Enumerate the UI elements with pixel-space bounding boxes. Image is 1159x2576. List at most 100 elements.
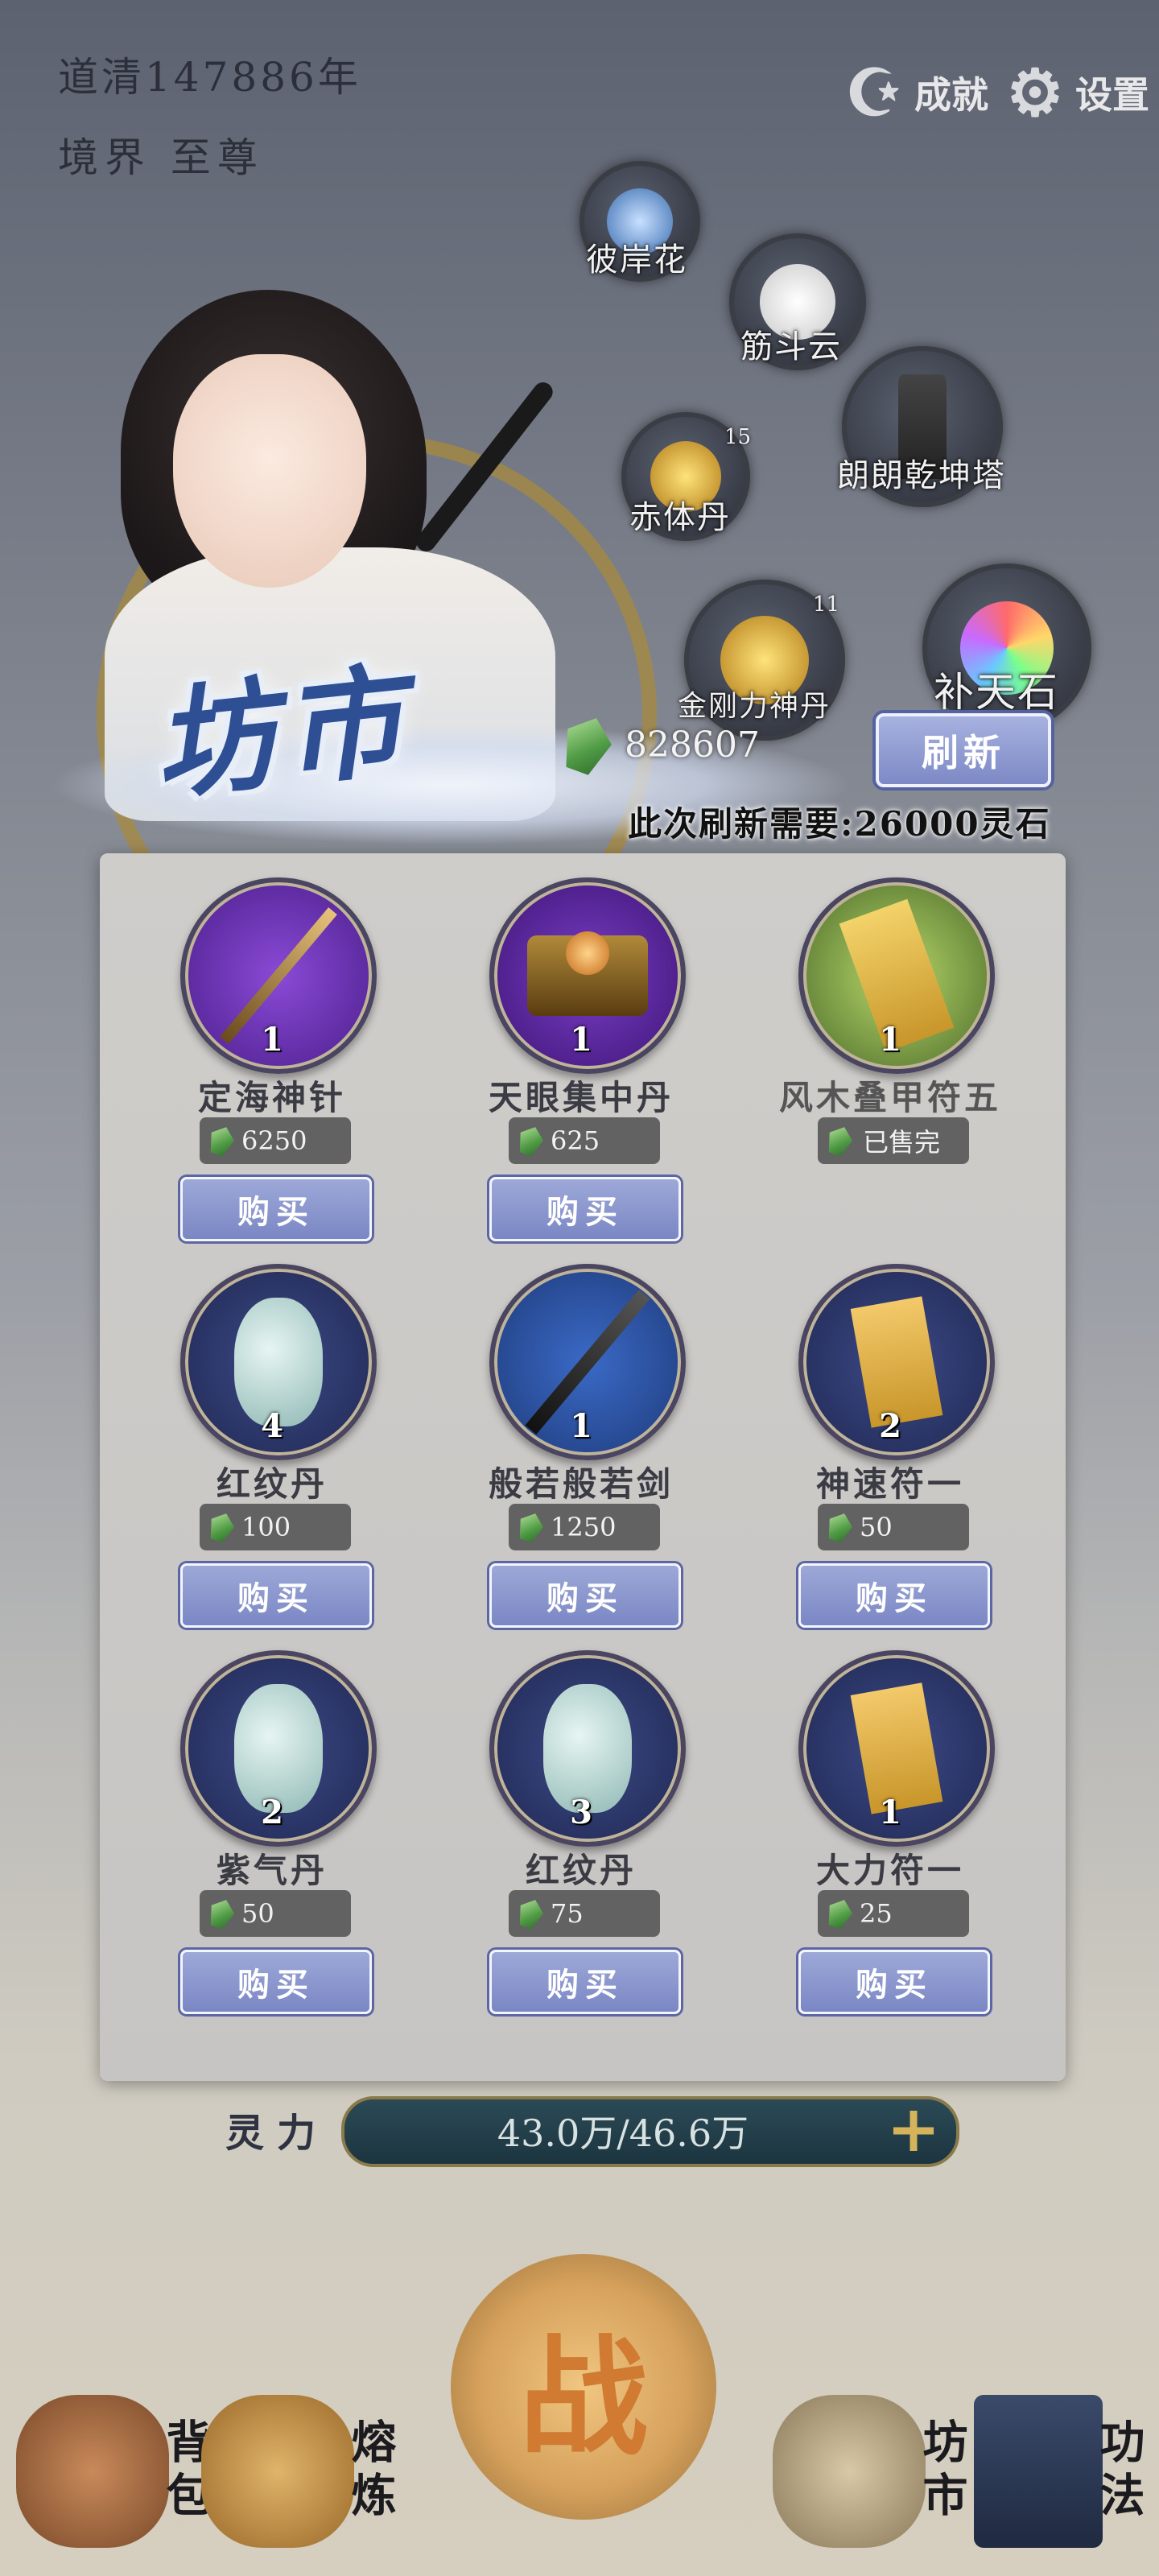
item-price-value: 625 <box>551 1125 600 1156</box>
item-price-value: 50 <box>241 1898 274 1929</box>
buy-button[interactable]: 购买 <box>798 1563 990 1628</box>
item-name: 天眼集中丹 <box>488 1078 674 1117</box>
spirit-power-value: 43.0万/46.6万 <box>497 2112 749 2155</box>
achievements-label: 成就 <box>914 73 988 117</box>
buy-button[interactable]: 购买 <box>489 1177 681 1241</box>
add-spirit-power-button[interactable]: + <box>874 2096 953 2161</box>
item-price: 25 <box>818 1890 969 1937</box>
buy-button[interactable]: 购买 <box>489 1950 681 2014</box>
map-node-label: 朗朗乾坤塔 <box>837 457 1006 494</box>
market-item: 1 般若般若剑 1250 购买 <box>428 1264 734 1628</box>
achievements-button[interactable]: ☪ 成就 <box>834 48 988 137</box>
item-price: 100 <box>200 1504 351 1550</box>
item-price-value: 6250 <box>241 1125 307 1156</box>
era-text: 道清147886年 <box>58 54 361 101</box>
spirit-stone-icon <box>205 1123 238 1158</box>
nav-market-label: 坊市 <box>915 2418 968 2524</box>
book-icon <box>974 2395 1103 2548</box>
spirit-power-label: 灵力 <box>225 2111 329 2156</box>
map-node-label: 彼岸花 <box>586 242 687 279</box>
market-item: 1 天眼集中丹 625 购买 <box>428 877 734 1241</box>
nav-skills[interactable]: 功法 <box>974 2383 1152 2560</box>
map-node-label: 补天石 <box>934 669 1059 716</box>
item-sold-out-badge: 已售完 <box>818 1117 969 1164</box>
market-item: 2 紫气丹 50 购买 <box>119 1650 425 2014</box>
market-item: 2 神速符一 50 购买 <box>737 1264 1043 1628</box>
item-name: 定海神针 <box>197 1078 346 1117</box>
realm-text: 境界 至尊 <box>58 134 264 181</box>
item-name: 大力符一 <box>815 1851 964 1890</box>
spirit-stone-icon <box>205 1896 238 1931</box>
page-title: 坊市 <box>146 649 419 818</box>
refresh-button[interactable]: 刷新 <box>876 713 1051 787</box>
market-item: 1 风木叠甲符五 已售完 <box>737 877 1043 1232</box>
item-quantity: 1 <box>570 1407 592 1445</box>
spirit-stone-icon <box>823 1509 856 1545</box>
spirit-stone-icon <box>555 710 618 779</box>
map-node-label: 赤体丹 <box>629 499 731 536</box>
item-price-value: 1250 <box>551 1512 617 1542</box>
item-price: 50 <box>200 1890 351 1937</box>
spirit-stone-icon <box>823 1123 856 1158</box>
spirit-stone-value: 828607 <box>625 724 760 766</box>
item-quantity: 4 <box>261 1407 283 1445</box>
item-quantity: 2 <box>261 1794 283 1831</box>
bag-icon <box>16 2395 169 2548</box>
spirit-stone-icon <box>514 1509 547 1545</box>
spirit-stone-icon <box>823 1896 856 1931</box>
nav-skills-label: 功法 <box>1092 2418 1145 2524</box>
item-price-value: 50 <box>860 1512 893 1542</box>
item-price-value: 已售完 <box>863 1127 941 1158</box>
settings-label: 设置 <box>1075 73 1149 117</box>
market-item: 1 定海神针 6250 购买 <box>119 877 425 1241</box>
item-price-value: 75 <box>551 1898 584 1929</box>
nav-smelt[interactable]: 熔炼 <box>201 2383 403 2560</box>
item-price: 625 <box>509 1117 660 1164</box>
scroll-map-icon <box>773 2395 926 2548</box>
market-item: 1 大力符一 25 购买 <box>737 1650 1043 2014</box>
item-price-value: 100 <box>241 1512 291 1542</box>
settings-button[interactable]: ⚙ 设置 <box>995 48 1149 137</box>
item-name: 般若般若剑 <box>488 1464 674 1504</box>
spirit-stone-icon <box>205 1509 238 1545</box>
item-price: 6250 <box>200 1117 351 1164</box>
pill-orb-icon <box>566 931 609 976</box>
market-item: 4 红纹丹 100 购买 <box>119 1264 425 1628</box>
item-quantity: 1 <box>570 1021 592 1059</box>
item-name: 紫气丹 <box>216 1851 328 1890</box>
item-quantity: 1 <box>879 1794 901 1831</box>
buy-button[interactable]: 购买 <box>798 1950 990 2014</box>
buy-button[interactable]: 购买 <box>180 1177 372 1241</box>
item-quantity: 1 <box>261 1021 283 1059</box>
buy-button[interactable]: 购买 <box>489 1563 681 1628</box>
item-quantity: 3 <box>570 1794 592 1831</box>
spirit-stone-icon <box>514 1896 547 1931</box>
nav-market[interactable]: 坊市 <box>773 2383 975 2560</box>
achievement-medal-icon: ☪ <box>845 55 903 130</box>
furnace-icon <box>201 2395 354 2548</box>
market-item: 3 红纹丹 75 购买 <box>428 1650 734 2014</box>
market-panel: 1 定海神针 6250 购买 1 天眼集中丹 625 购买 1 风木叠甲符五 已… <box>100 853 1066 2081</box>
buy-button[interactable]: 购买 <box>180 1563 372 1628</box>
item-price: 75 <box>509 1890 660 1937</box>
refresh-cost-text: 此次刷新需要:26000灵石 <box>628 804 1051 844</box>
item-price-value: 25 <box>860 1898 893 1929</box>
character-portrait <box>173 354 366 588</box>
item-name: 红纹丹 <box>216 1464 328 1504</box>
item-price: 50 <box>818 1504 969 1550</box>
nav-smelt-label: 熔炼 <box>344 2418 397 2524</box>
item-quantity: 1 <box>879 1021 901 1059</box>
battle-button[interactable]: 战 <box>451 2254 716 2520</box>
item-name: 红纹丹 <box>525 1851 637 1890</box>
gear-icon: ⚙ <box>1006 55 1064 130</box>
spirit-stone-balance: 828607 <box>563 716 760 773</box>
item-price: 1250 <box>509 1504 660 1550</box>
spirit-stone-icon <box>514 1123 547 1158</box>
item-name: 神速符一 <box>815 1464 964 1504</box>
battle-label: 战 <box>518 2322 648 2473</box>
map-node-count: 15 <box>724 425 752 449</box>
item-name: 风木叠甲符五 <box>778 1078 1001 1117</box>
map-node-label: 筋斗云 <box>740 328 842 365</box>
nav-bag[interactable]: 背包 <box>16 2383 218 2560</box>
buy-button[interactable]: 购买 <box>180 1950 372 2014</box>
